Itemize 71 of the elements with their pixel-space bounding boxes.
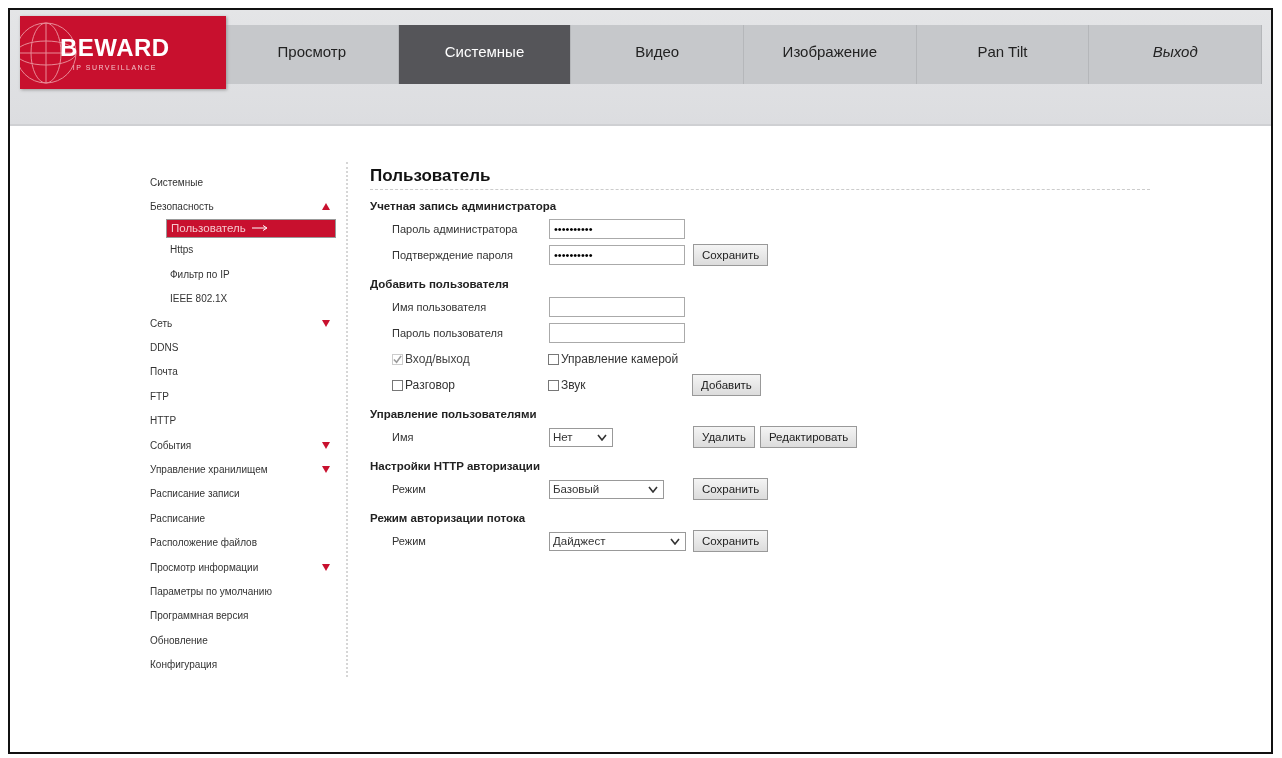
field-label: Имя <box>392 431 415 443</box>
up-triangle-icon <box>322 203 330 211</box>
chevron-icon <box>648 485 658 493</box>
section-heading: Учетная запись администратора <box>370 199 558 214</box>
field-label: Подтверждение пароля <box>392 249 514 261</box>
sidebar-item[interactable]: IEEE 802.1X <box>150 286 336 311</box>
sidebar-item[interactable]: Фильтр по IP <box>150 262 336 287</box>
field-label: Режим <box>392 483 427 495</box>
chevron-icon <box>670 537 680 545</box>
sidebar-item[interactable]: DDNS <box>150 335 336 360</box>
input-field[interactable]: •••••••••• <box>549 219 685 239</box>
sidebar-item[interactable]: Системные <box>150 170 336 195</box>
down-triangle-icon <box>322 441 330 449</box>
sidebar-item[interactable]: FTP <box>150 384 336 409</box>
arrow-icon <box>251 225 268 232</box>
checkbox-label: Разговор <box>405 378 456 392</box>
section-heading: Добавить пользователя <box>370 277 510 292</box>
input-field[interactable] <box>549 297 685 317</box>
action-button[interactable]: Сохранить <box>693 530 769 552</box>
nav-tab[interactable]: Выход <box>1089 25 1263 84</box>
dropdown[interactable]: Дайджест <box>549 531 686 551</box>
sidebar-item[interactable]: Параметры по умолчанию <box>150 579 336 604</box>
checkbox[interactable] <box>548 353 559 365</box>
nav-tab[interactable]: Pan Tilt <box>916 25 1090 84</box>
sidebar-item[interactable]: Управление хранилищем <box>150 457 336 482</box>
section-heading: Управление пользователями <box>370 407 538 422</box>
dropdown[interactable]: Базовый <box>549 479 664 499</box>
sidebar-item[interactable]: Расположение файлов <box>150 530 336 555</box>
sidebar-item[interactable]: HTTP <box>150 408 336 433</box>
field-label: Имя пользователя <box>392 301 488 313</box>
sidebar-item[interactable]: Просмотр информации <box>150 554 336 580</box>
sidebar-item[interactable]: Безопасность <box>150 194 336 219</box>
checkbox[interactable] <box>392 379 403 391</box>
dropdown[interactable]: Нет <box>549 427 613 447</box>
nav-tab[interactable]: Видео <box>571 25 744 84</box>
input-field[interactable] <box>549 323 685 343</box>
checkbox-label: Вход/выход <box>405 352 470 366</box>
logo-brand: BEWARD <box>60 34 170 62</box>
sidebar-item[interactable]: Конфигурация <box>150 652 336 677</box>
field-label: Пароль пользователя <box>392 327 504 339</box>
action-button[interactable]: Сохранить <box>693 244 769 266</box>
field-label: Пароль администратора <box>392 223 519 235</box>
sidebar-item[interactable]: Расписание <box>150 506 336 531</box>
sidebar-item[interactable]: Пользователь <box>166 218 336 238</box>
page-title: Пользователь <box>370 166 1150 190</box>
sidebar-item[interactable]: Https <box>150 237 336 263</box>
sidebar-item[interactable]: Почта <box>150 359 336 385</box>
checkbox-label: Звук <box>561 378 586 392</box>
action-button[interactable]: Редактировать <box>759 426 858 448</box>
checkbox[interactable] <box>548 379 559 391</box>
nav-tab[interactable]: Системные <box>398 25 572 84</box>
sidebar-item[interactable]: Сеть <box>150 310 336 336</box>
section-heading: Настройки HTTP авторизации <box>370 459 541 474</box>
chevron-icon <box>597 433 607 441</box>
input-field[interactable]: •••••••••• <box>549 245 685 265</box>
down-triangle-icon <box>322 466 330 473</box>
sidebar-item[interactable]: Обновление <box>150 628 336 653</box>
down-triangle-icon <box>322 319 330 327</box>
nav-tab[interactable]: Просмотр <box>226 25 399 84</box>
action-button[interactable]: Добавить <box>692 374 761 396</box>
action-button[interactable]: Сохранить <box>693 478 769 500</box>
action-button[interactable]: Удалить <box>693 426 755 448</box>
sidebar-item[interactable]: Расписание записи <box>150 481 336 507</box>
down-triangle-icon <box>322 563 330 571</box>
section-heading: Режим авторизации потока <box>370 511 527 526</box>
sidebar-item[interactable]: События <box>150 432 336 458</box>
sidebar-item[interactable]: Программная версия <box>150 603 336 629</box>
checkbox-label: Управление камерой <box>561 352 679 366</box>
checkmark-icon <box>393 354 402 364</box>
field-label: Режим <box>392 535 427 547</box>
nav-tab[interactable]: Изображение <box>744 25 917 84</box>
